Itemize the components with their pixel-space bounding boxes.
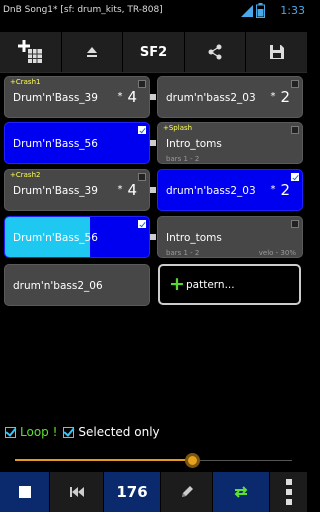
- repeat-value: 4: [127, 181, 137, 199]
- cell-name: Drum'n'Bass_56: [13, 232, 98, 244]
- bottom-transport-bar: 176: [0, 472, 307, 512]
- link-connector: [150, 140, 156, 146]
- add-pattern-label: pattern...: [186, 279, 235, 291]
- cell-name: Drum'n'Bass_39: [13, 92, 98, 104]
- repeat-count: * 2: [270, 181, 290, 199]
- pattern-cell[interactable]: drum'n'bass2_06: [4, 264, 150, 306]
- link-connector: [150, 187, 156, 193]
- cell-name: drum'n'bass2_06: [13, 280, 103, 292]
- more-icon: [285, 479, 292, 505]
- more-button[interactable]: [270, 472, 307, 512]
- repeat-count: * 2: [270, 88, 290, 106]
- slider-thumb[interactable]: [185, 453, 200, 468]
- position-slider[interactable]: [15, 453, 292, 468]
- tempo-button[interactable]: 176: [104, 472, 161, 512]
- selected-only-label: Selected only: [78, 425, 160, 439]
- pattern-cell-selected[interactable]: drum'n'bass2_03 * 2: [157, 169, 303, 211]
- cell-checkbox[interactable]: [291, 80, 299, 88]
- stop-icon: [18, 486, 31, 498]
- cell-name: Intro_toms: [166, 138, 222, 150]
- cell-tag: +Crash1: [10, 78, 41, 86]
- cell-checkbox-checked[interactable]: [138, 220, 146, 228]
- pattern-grid: +Crash1 Drum'n'Bass_39 * 4 drum'n'bass2_0…: [0, 0, 307, 330]
- selected-only-checkbox[interactable]: [63, 426, 75, 438]
- pattern-cell[interactable]: drum'n'bass2_03 * 2: [157, 76, 303, 118]
- cell-bars: bars 1 - 2: [166, 155, 200, 163]
- loop-checkbox[interactable]: [5, 426, 16, 438]
- cell-tag: +Splash: [163, 124, 193, 132]
- repeat-star: *: [270, 91, 276, 102]
- cell-checkbox-checked[interactable]: [138, 126, 146, 134]
- stop-button[interactable]: [0, 472, 50, 512]
- tempo-value: 176: [116, 483, 148, 501]
- pattern-cell[interactable]: +Crash2 Drum'n'Bass_39 * 4: [4, 169, 150, 211]
- pattern-cell-playing[interactable]: Drum'n'Bass_56: [4, 216, 150, 258]
- cell-checkbox[interactable]: [138, 80, 146, 88]
- add-pattern-cell[interactable]: + pattern...: [158, 264, 301, 305]
- repeat-star: *: [117, 184, 123, 195]
- cell-name: Drum'n'Bass_56: [13, 138, 98, 150]
- repeat-star: *: [117, 91, 123, 102]
- plus-icon: +: [169, 273, 185, 295]
- cell-checkbox-checked[interactable]: [291, 173, 299, 181]
- pattern-cell[interactable]: Intro_toms bars 1 - 2 velo - 30%: [157, 216, 303, 258]
- cell-name: Intro_toms: [166, 232, 222, 244]
- playback-options: Loop ! Selected only: [5, 422, 160, 442]
- cell-velocity: velo - 30%: [258, 249, 296, 257]
- repeat-count: * 4: [117, 181, 137, 199]
- cell-name: drum'n'bass2_03: [166, 185, 256, 197]
- loop-toggle-icon: [234, 486, 248, 498]
- cell-checkbox[interactable]: [138, 173, 146, 181]
- pattern-cell[interactable]: +Crash1 Drum'n'Bass_39 * 4: [4, 76, 150, 118]
- slider-fill: [15, 459, 192, 461]
- cell-checkbox[interactable]: [291, 126, 299, 134]
- link-connector: [150, 234, 156, 240]
- loop-mode-button[interactable]: [213, 472, 270, 512]
- repeat-value: 4: [127, 88, 137, 106]
- repeat-value: 2: [280, 181, 290, 199]
- repeat-count: * 4: [117, 88, 137, 106]
- rewind-button[interactable]: [50, 472, 104, 512]
- pattern-cell-selected[interactable]: Drum'n'Bass_56: [4, 122, 150, 164]
- repeat-value: 2: [280, 88, 290, 106]
- edit-pencil-icon: [181, 486, 193, 497]
- link-connector: [150, 94, 156, 100]
- cell-bars: bars 1 - 2: [166, 249, 200, 257]
- edit-button[interactable]: [161, 472, 213, 512]
- cell-name: drum'n'bass2_03: [166, 92, 256, 104]
- pattern-cell[interactable]: +Splash Intro_toms bars 1 - 2: [157, 122, 303, 164]
- loop-label: Loop !: [20, 425, 58, 439]
- rewind-icon: [69, 487, 84, 497]
- repeat-star: *: [270, 184, 276, 195]
- cell-checkbox[interactable]: [291, 220, 299, 228]
- cell-tag: +Crash2: [10, 171, 41, 179]
- cell-name: Drum'n'Bass_39: [13, 185, 98, 197]
